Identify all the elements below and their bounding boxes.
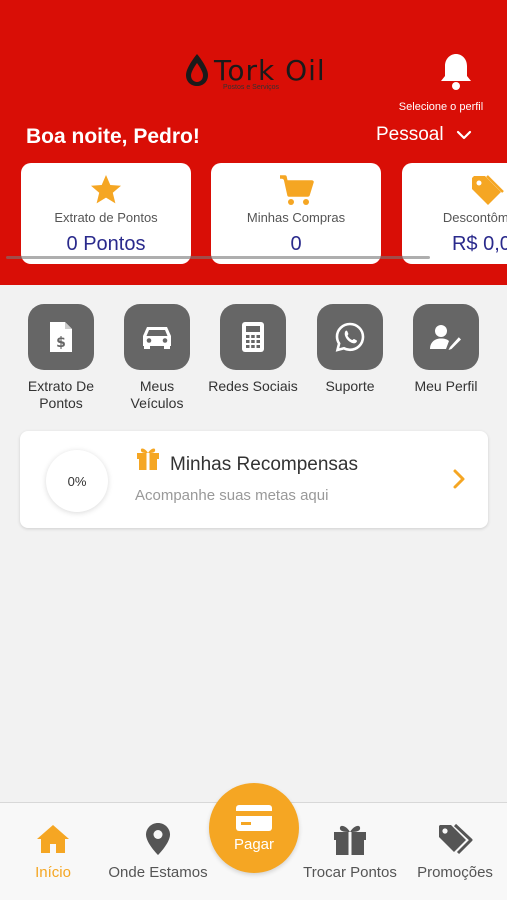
brand-tagline: Postos e Serviços	[223, 84, 280, 91]
home-icon	[37, 825, 69, 853]
card-discount-meter[interactable]: Descontômetro R$ 0,00	[402, 163, 507, 264]
tags-icon	[439, 823, 473, 855]
card-value: R$ 0,00	[451, 233, 507, 255]
header: Tork Oil Postos e Serviços Selecione o p…	[0, 0, 507, 285]
notification-bell-button[interactable]	[432, 48, 480, 96]
card-icon	[236, 804, 272, 831]
tab-label: Início	[35, 864, 71, 881]
svg-text:$: $	[56, 335, 66, 351]
profile-mode-dropdown[interactable]: Pessoal	[376, 124, 472, 146]
tab-home[interactable]: Início	[27, 821, 79, 881]
profile-mode-value: Pessoal	[376, 124, 444, 145]
bell-icon	[441, 54, 471, 90]
chevron-right-icon	[453, 469, 465, 489]
shortcut-label: Suporte	[325, 378, 375, 394]
document-dollar-icon: $	[50, 322, 72, 352]
tab-label: Onde Estamos	[108, 864, 208, 881]
card-my-purchases[interactable]: Minhas Compras 0	[211, 163, 381, 264]
card-value: 0	[290, 233, 302, 255]
rewards-subtitle: Acompanhe suas metas aqui	[135, 487, 329, 504]
gift-icon	[137, 448, 159, 470]
shortcut-my-vehicles[interactable]: Meus Veículos	[112, 304, 202, 412]
cards-scroll-indicator	[6, 256, 430, 259]
shortcut-label: Meus Veículos	[130, 378, 184, 411]
card-value: 0 Pontos	[66, 233, 146, 255]
shortcut-support[interactable]: Suporte	[305, 304, 395, 395]
greeting: Boa noite, Pedro!	[26, 125, 200, 148]
rewards-progress: 0%	[46, 450, 108, 512]
chevron-down-icon	[456, 130, 471, 140]
card-points-statement[interactable]: Extrato de Pontos 0 Pontos	[21, 163, 191, 264]
shortcut-points-statement[interactable]: $ Extrato De Pontos	[16, 304, 106, 412]
pay-button[interactable]: Pagar	[209, 783, 299, 873]
shortcut-label: Extrato De Pontos	[27, 378, 95, 411]
rewards-title: Minhas Recompensas	[170, 454, 358, 475]
whatsapp-icon	[335, 322, 365, 352]
oil-drop-icon	[186, 54, 208, 86]
shortcut-label: Redes Sociais	[208, 378, 298, 394]
card-label: Minhas Compras	[246, 210, 346, 225]
pay-label: Pagar	[233, 835, 275, 853]
tag-icon	[472, 175, 504, 205]
gift-icon	[334, 825, 366, 855]
card-label: Descontômetro	[442, 210, 507, 225]
brand-name: Tork Oil	[214, 54, 326, 87]
shortcut-label: Meu Perfil	[414, 378, 478, 394]
select-profile-label[interactable]: Selecione o perfil	[385, 101, 497, 113]
tab-label: Trocar Pontos	[303, 864, 397, 881]
tab-label: Promoções	[417, 864, 493, 881]
tab-exchange-points[interactable]: Trocar Pontos	[298, 821, 402, 881]
cart-icon	[280, 175, 314, 205]
brand-logo: Tork Oil Postos e Serviços	[180, 50, 340, 96]
shortcut-my-profile[interactable]: Meu Perfil	[401, 304, 491, 395]
star-icon	[91, 175, 121, 204]
card-label: Extrato de Pontos	[54, 210, 158, 225]
user-edit-icon	[430, 325, 461, 350]
map-pin-icon	[146, 823, 170, 855]
car-icon	[143, 327, 171, 349]
tab-promotions[interactable]: Promoções	[412, 821, 498, 881]
calculator-icon	[242, 322, 264, 352]
tab-where-we-are[interactable]: Onde Estamos	[103, 821, 213, 881]
shortcut-social-networks[interactable]: Redes Sociais	[208, 304, 298, 395]
rewards-card[interactable]: 0% Minhas Recompensas Acompanhe suas met…	[20, 431, 488, 528]
